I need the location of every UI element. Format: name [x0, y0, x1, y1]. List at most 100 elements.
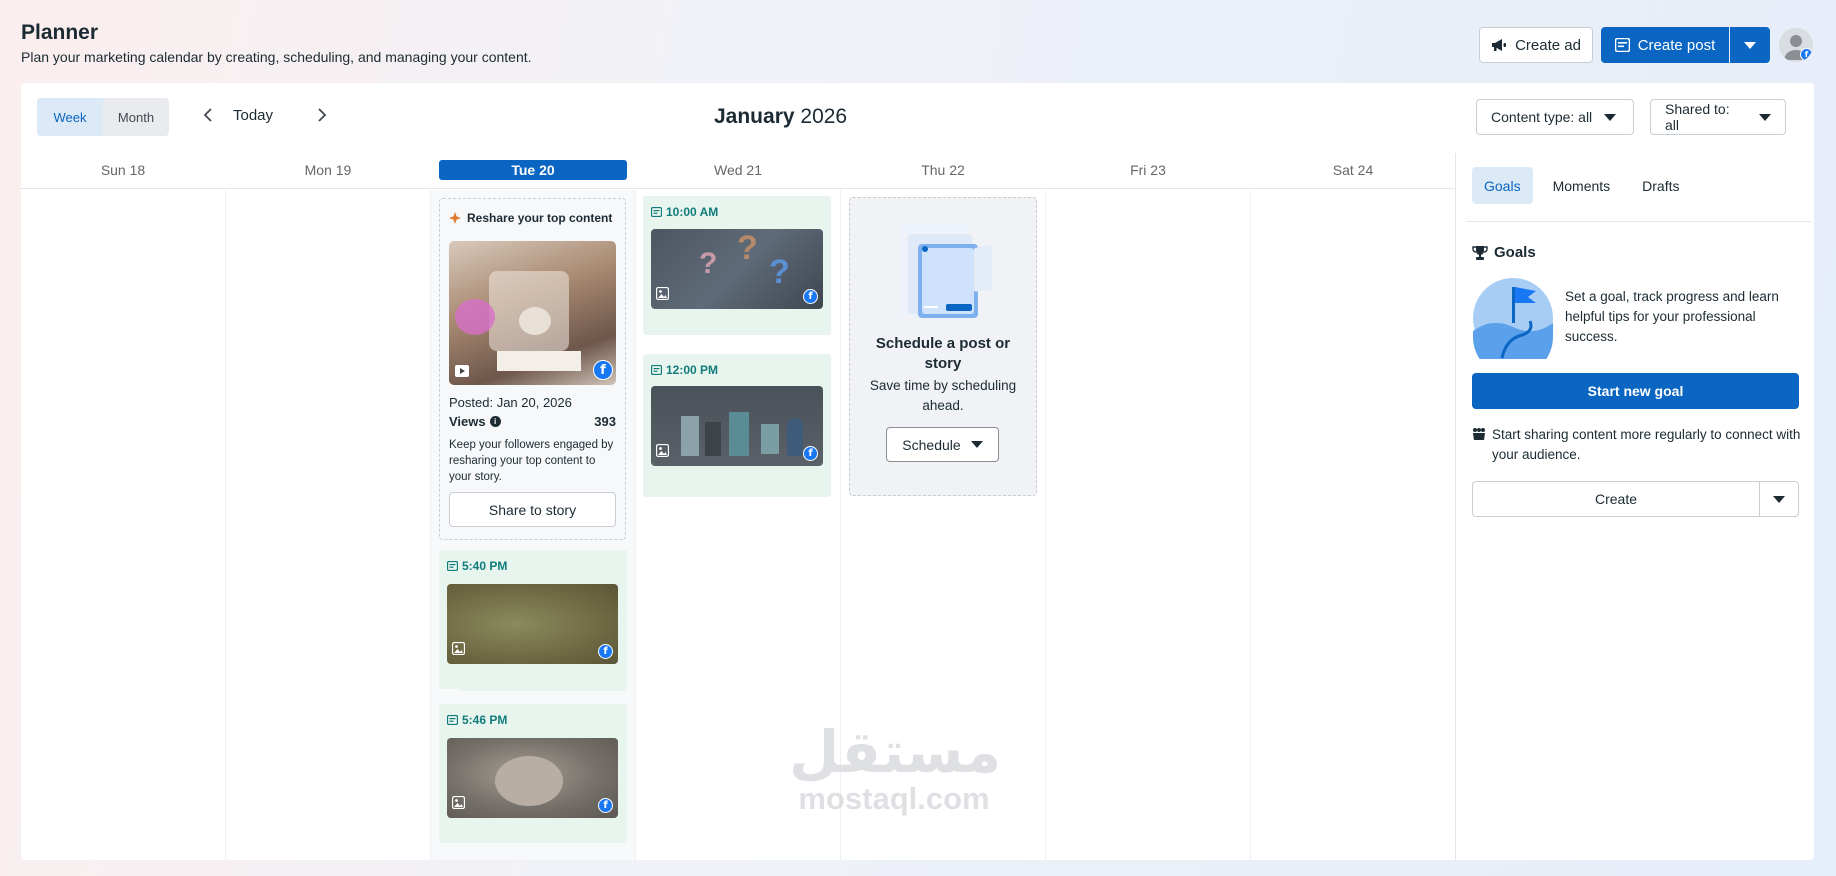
info-icon[interactable]: i [489, 416, 501, 427]
flower-candle-shape [495, 756, 563, 806]
scheduled-post-540pm[interactable]: 5:40 PM f [439, 550, 627, 689]
avatar[interactable]: f [1779, 28, 1813, 62]
views-value: 393 [594, 414, 616, 429]
question-mark-shape: ? [699, 247, 718, 280]
facebook-icon: f [598, 798, 613, 813]
calendar-toolbar: Week Month Today January 2026 Content ty… [21, 83, 1814, 153]
post-time: 10:00 AM [666, 205, 719, 219]
chevron-down-icon [1744, 41, 1756, 49]
watermark: مستقل mostaql.com [789, 721, 1001, 815]
planner-sidebar: Goals Moments Drafts Goals Set a goal, t… [1455, 153, 1814, 860]
create-post-dropdown-button[interactable] [1730, 27, 1770, 63]
day-header-sat[interactable]: Sat 24 [1258, 162, 1448, 178]
shared-to-label: Shared to: all [1665, 101, 1730, 133]
candle-shape [705, 422, 721, 456]
day-header-sun[interactable]: Sun 18 [28, 162, 218, 178]
candle-shape [761, 424, 779, 454]
day-header-thu[interactable]: Thu 22 [848, 162, 1038, 178]
tip-text: Start sharing content more regularly to … [1492, 427, 1801, 462]
pumpkin-shape [519, 307, 551, 335]
chevron-left-icon [203, 108, 212, 122]
photo-icon [656, 287, 669, 300]
view-week-button[interactable]: Week [37, 98, 103, 136]
photo-icon [452, 642, 465, 655]
post-time-row: 12:00 PM [651, 363, 718, 377]
facebook-icon: f [803, 446, 818, 461]
post-time: 5:40 PM [462, 559, 508, 573]
today-button[interactable]: Today [233, 107, 273, 124]
tip-row: Start sharing content more regularly to … [1472, 425, 1802, 465]
question-mark-shape: ? [737, 229, 758, 267]
content-type-filter[interactable]: Content type: all [1476, 99, 1634, 135]
chevron-down-icon [1759, 113, 1771, 121]
chevron-down-icon [1604, 113, 1617, 121]
post-thumbnail: f [447, 584, 618, 664]
month-name: January [714, 105, 795, 128]
shared-to-filter[interactable]: Shared to: all [1650, 99, 1786, 135]
trophy-icon [1472, 245, 1488, 260]
goals-illustration [1473, 278, 1553, 359]
scheduled-post-546pm[interactable]: 5:46 PM f [439, 704, 627, 843]
create-ad-label: Create ad [1515, 36, 1581, 54]
schedule-promo-card: Schedule a post or story Save time by sc… [849, 197, 1037, 496]
content-type-label: Content type: all [1491, 109, 1593, 125]
reshare-description: Keep your followers engaged by resharing… [449, 439, 614, 483]
column-divider [635, 190, 636, 860]
day-header-row: Sun 18 Mon 19 Tue 20 Wed 21 Thu 22 Fri 2… [21, 153, 1455, 189]
create-ad-button[interactable]: Create ad [1479, 27, 1593, 63]
page-title: Planner [21, 21, 99, 44]
day-header-wed[interactable]: Wed 21 [643, 162, 833, 178]
start-new-goal-button[interactable]: Start new goal [1472, 373, 1799, 409]
reshare-views-row: Views i 393 [449, 414, 616, 429]
column-divider [225, 190, 226, 860]
create-post-button[interactable]: Create post [1601, 27, 1729, 63]
day-header-fri[interactable]: Fri 23 [1053, 162, 1243, 178]
create-dropdown-button[interactable] [1759, 481, 1799, 517]
previous-week-button[interactable] [196, 103, 220, 127]
schedule-button[interactable]: Schedule [886, 427, 999, 462]
goals-heading: Goals [1494, 244, 1536, 261]
video-icon [455, 365, 469, 377]
post-icon [1614, 38, 1630, 52]
post-thumbnail: f [447, 738, 618, 818]
tab-drafts[interactable]: Drafts [1630, 167, 1691, 204]
facebook-icon: f [803, 289, 818, 304]
candle-shape [729, 412, 749, 456]
reshare-thumbnail[interactable]: f [449, 241, 616, 385]
create-post-label: Create post [1637, 36, 1716, 54]
scheduled-post-1200pm[interactable]: 12:00 PM f [643, 354, 831, 497]
share-to-story-button[interactable]: Share to story [449, 492, 616, 527]
post-time: 5:46 PM [462, 713, 508, 727]
post-thumbnail: f [651, 386, 823, 466]
candle-shape [681, 416, 699, 456]
schedule-card-description: Save time by scheduling ahead. [869, 378, 1017, 413]
chevron-down-icon [1773, 495, 1785, 503]
goals-description: Set a goal, track progress and learn hel… [1565, 289, 1779, 344]
sidebar-divider [1466, 221, 1811, 222]
page-subtitle: Plan your marketing calendar by creating… [21, 49, 532, 65]
day-header-tue-today[interactable]: Tue 20 [439, 160, 627, 180]
tab-moments[interactable]: Moments [1541, 167, 1623, 204]
view-month-button[interactable]: Month [103, 98, 169, 136]
create-button[interactable]: Create [1472, 481, 1759, 517]
chevron-right-icon [318, 108, 327, 122]
page-header: Planner Plan your marketing calendar by … [21, 21, 532, 65]
post-icon [447, 561, 458, 571]
schedule-illustration [898, 224, 992, 318]
post-time-row: 5:40 PM [447, 559, 507, 573]
scheduled-post-1000am[interactable]: 10:00 AM ? ? ? f [643, 196, 831, 335]
chevron-down-icon [970, 441, 983, 448]
photo-icon [656, 444, 669, 457]
post-thumbnail: ? ? ? f [651, 229, 823, 309]
column-divider [1045, 190, 1046, 860]
next-week-button[interactable] [310, 103, 334, 127]
post-time: 12:00 PM [666, 363, 719, 377]
tab-goals[interactable]: Goals [1472, 167, 1533, 204]
fans-icon [1473, 428, 1485, 440]
reshare-top-content-card: Reshare your top content f Posted: Jan 2… [439, 198, 626, 540]
view-toggle: Week Month [37, 98, 169, 136]
sidebar-tabs: Goals Moments Drafts [1472, 167, 1700, 204]
week-calendar: Sun 18 Mon 19 Tue 20 Wed 21 Thu 22 Fri 2… [21, 153, 1455, 860]
day-header-mon[interactable]: Mon 19 [233, 162, 423, 178]
schedule-button-label: Schedule [902, 436, 961, 453]
